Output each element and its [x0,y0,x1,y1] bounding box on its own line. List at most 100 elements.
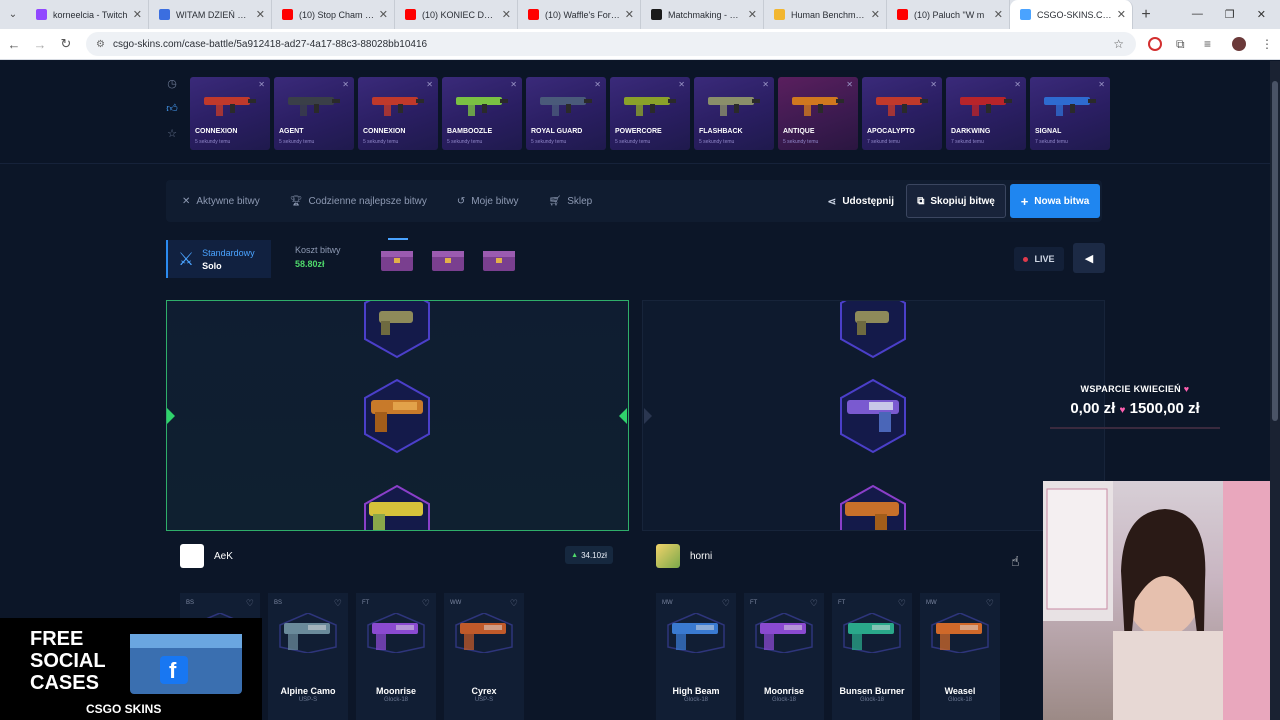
item-weapon: Glock-18 [771,697,796,703]
browser-tab[interactable]: (10) Waffle's Forest ✕ [518,0,641,29]
profile-avatar[interactable] [1232,37,1246,51]
share-button[interactable]: ⋖ Udostępnij [827,195,894,208]
recent-drop-card[interactable]: ✕ POWERCORE 5 sekundy temu [610,77,690,150]
won-item-card[interactable]: FT ♡ Bunsen Burner Glock-18 [832,593,912,720]
close-icon[interactable]: ✕ [342,80,349,89]
favorite-heart-icon[interactable]: ♡ [722,598,730,609]
drop-name: DARKWING [951,128,991,135]
case-box-icon[interactable] [431,248,465,272]
cost-value: 58.80zł [295,259,325,269]
case-box-icon[interactable] [482,248,516,272]
browser-tab[interactable]: (10) KONIEC DOMU ✕ [395,0,518,29]
won-item-card[interactable]: BS ♡ Alpine Camo USP-S [268,593,348,720]
puzzle-icon[interactable]: ⧉ [1176,37,1190,51]
close-icon[interactable]: ✕ [762,80,769,89]
site-info-icon[interactable]: ⚙ [96,39,105,50]
case-box-icon[interactable] [380,248,414,272]
favorite-heart-icon[interactable]: ♡ [898,598,906,609]
favorite-heart-icon[interactable]: ♡ [986,598,994,609]
tab-close-icon[interactable]: ✕ [625,8,634,21]
browser-tab[interactable]: Human Benchmark ✕ [764,0,887,29]
favorite-heart-icon[interactable]: ♡ [334,598,342,609]
recent-drop-card[interactable]: ✕ APOCALYPTO 7 sekund temu [862,77,942,150]
close-icon[interactable]: ✕ [510,80,517,89]
tab-close-icon[interactable]: ✕ [133,8,142,21]
close-icon[interactable]: ✕ [594,80,601,89]
tab-close-icon[interactable]: ✕ [1117,8,1126,21]
star-icon[interactable]: ☆ [167,127,177,140]
close-icon[interactable]: ✕ [258,80,265,89]
browser-tab[interactable]: (10) Stop Cham #143 ✕ [272,0,395,29]
favorite-heart-icon[interactable]: ♡ [422,598,430,609]
won-item-card[interactable]: FT ♡ Moonrise Glock-18 [744,593,824,720]
recent-drop-card[interactable]: ✕ DARKWING 7 sekund temu [946,77,1026,150]
thumbs-up-icon[interactable]: 👍︎ [166,102,178,115]
tab-close-icon[interactable]: ✕ [502,8,511,21]
bookmark-star-icon[interactable]: ☆ [1113,37,1124,51]
back-icon[interactable]: ← [2,37,26,52]
forward-icon[interactable]: → [28,37,52,52]
close-icon[interactable]: ✕ [930,80,937,89]
url-field[interactable]: ⚙ csgo-skins.com/case-battle/5a912418-ad… [86,32,1136,56]
close-icon[interactable]: ✕ [1098,80,1105,89]
minimize-icon[interactable]: — [1192,8,1203,21]
tab-close-icon[interactable]: ✕ [748,8,757,21]
browser-tab[interactable]: korneelcia - Twitch ✕ [26,0,149,29]
restore-icon[interactable]: ❐ [1225,8,1235,21]
recent-drop-card[interactable]: ✕ CONNEXION 5 sekundy temu [358,77,438,150]
nav-daily-best[interactable]: 🏆︎ Codzienne najlepsze bitwy [290,196,427,207]
browser-tab[interactable]: Matchmaking - Europ ✕ [641,0,764,29]
nav-shop[interactable]: 🛒︎ Sklep [549,196,593,207]
tab-search-icon[interactable]: ⌄ [0,9,26,20]
nav-active-battles[interactable]: ✕ Aktywne bitwy [182,196,260,207]
tab-close-icon[interactable]: ✕ [994,8,1003,21]
recent-drop-card[interactable]: ✕ SIGNAL 7 sekund temu [1030,77,1110,150]
favorite-heart-icon[interactable]: ♡ [246,598,254,609]
recent-drop-card[interactable]: ✕ FLASHBACK 5 sekundy temu [694,77,774,150]
nav-my-battles[interactable]: ↺ Moje bitwy [457,196,519,207]
won-item-card[interactable]: WW ♡ Cyrex USP-S [444,593,524,720]
sound-toggle-button[interactable]: ◀ [1073,243,1105,273]
browser-tab[interactable]: WITAM DZIEŃ DOBR ✕ [149,0,272,29]
won-item-card[interactable]: MW ♡ High Beam Glock-18 [656,593,736,720]
browser-tab[interactable]: CSGO-SKINS.COM ✕ [1010,0,1133,29]
weapon-icon [456,97,508,116]
recent-drop-card[interactable]: ✕ AGENT 5 sekundy temu [274,77,354,150]
browser-menu-icon[interactable]: ⋮ [1260,37,1274,51]
reel-item-hex [364,378,430,454]
tab-favicon-icon [159,9,170,20]
item-weapon-icon [367,613,425,653]
new-battle-button[interactable]: + Nowa bitwa [1010,184,1100,218]
tab-title: (10) Paluch "W m [914,9,985,20]
tab-title: korneelcia - Twitch [53,9,128,20]
recent-drop-card[interactable]: ✕ BAMBOOZLE 5 sekundy temu [442,77,522,150]
tab-close-icon[interactable]: ✕ [256,8,265,21]
browser-tab[interactable]: (10) Paluch "W m ✕ [887,0,1010,29]
recent-drop-card[interactable]: ✕ ROYAL GUARD 5 sekundy temu [526,77,606,150]
close-icon[interactable]: ✕ [846,80,853,89]
reading-list-icon[interactable]: ≡ [1204,37,1218,51]
tab-close-icon[interactable]: ✕ [379,8,388,21]
battle-nav-bar: ✕ Aktywne bitwy 🏆︎ Codzienne najlepsze bit… [166,180,1102,222]
favorite-heart-icon[interactable]: ♡ [510,598,518,609]
reload-icon[interactable]: ↻ [54,36,78,52]
won-item-card[interactable]: FT ♡ Moonrise Glock-18 [356,593,436,720]
close-icon[interactable]: ✕ [678,80,685,89]
extension-icon[interactable] [1148,37,1162,51]
recent-drop-card[interactable]: ✕ CONNEXION 5 sekundy temu [190,77,270,150]
scrollbar-thumb[interactable] [1272,81,1278,421]
close-icon[interactable]: ✕ [426,80,433,89]
close-window-icon[interactable]: ✕ [1257,8,1266,21]
drop-time: 5 sekundy temu [531,139,567,145]
clock-icon[interactable]: ◷ [167,77,177,90]
copy-battle-button[interactable]: ⧉ Skopiuj bitwę [906,184,1006,218]
recent-drop-card[interactable]: ✕ ANTIQUE 5 sekundy temu [778,77,858,150]
close-icon[interactable]: ✕ [1014,80,1021,89]
favorite-heart-icon[interactable]: ♡ [810,598,818,609]
drop-name: ANTIQUE [783,128,815,135]
new-tab-button[interactable]: + [1133,6,1159,24]
won-item-card[interactable]: MW ♡ Weasel Glock-18 [920,593,1000,720]
page-scrollbar[interactable] [1270,61,1280,720]
tab-close-icon[interactable]: ✕ [871,8,880,21]
item-condition: BS [274,600,283,606]
